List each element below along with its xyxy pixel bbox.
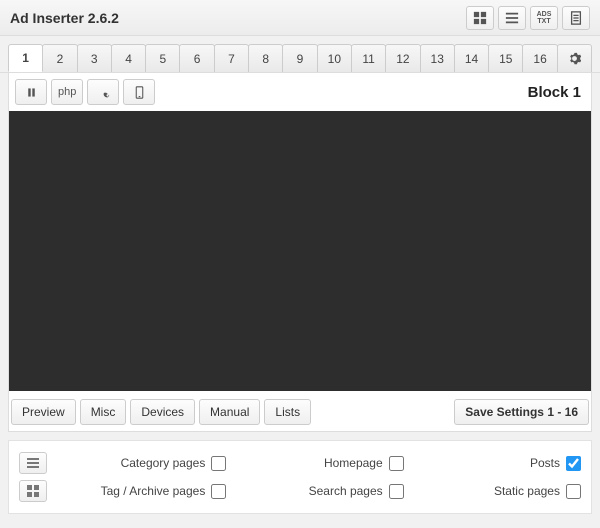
pause-icon[interactable]: [15, 79, 47, 105]
tab-block-2[interactable]: 2: [42, 44, 77, 72]
tab-block-9[interactable]: 9: [282, 44, 317, 72]
tab-block-10[interactable]: 10: [317, 44, 352, 72]
tab-block-5[interactable]: 5: [145, 44, 180, 72]
tab-block-12[interactable]: 12: [385, 44, 420, 72]
ads-txt-icon[interactable]: ADSTXT: [530, 6, 558, 30]
label-tag-archive-pages: Tag / Archive pages: [101, 484, 206, 498]
save-settings-button[interactable]: Save Settings 1 - 16: [454, 399, 589, 425]
checkbox-static-pages[interactable]: [566, 484, 581, 499]
php-toggle-button[interactable]: php: [51, 79, 83, 105]
list-layout-icon[interactable]: [19, 452, 47, 474]
tab-block-14[interactable]: 14: [454, 44, 489, 72]
checkbox-homepage[interactable]: [389, 456, 404, 471]
tab-block-8[interactable]: 8: [248, 44, 283, 72]
label-posts: Posts: [530, 456, 560, 470]
preview-button[interactable]: Preview: [11, 399, 76, 425]
device-icon[interactable]: [123, 79, 155, 105]
app-title: Ad Inserter 2.6.2: [10, 10, 466, 26]
list-view-icon[interactable]: [498, 6, 526, 30]
tab-block-3[interactable]: 3: [77, 44, 112, 72]
label-static-pages: Static pages: [494, 484, 560, 498]
tab-block-7[interactable]: 7: [214, 44, 249, 72]
tab-block-11[interactable]: 11: [351, 44, 386, 72]
tab-settings[interactable]: [557, 44, 592, 72]
tab-block-4[interactable]: 4: [111, 44, 146, 72]
grid-layout-icon[interactable]: [19, 480, 47, 502]
checkbox-search-pages[interactable]: [389, 484, 404, 499]
gear-icon: [568, 52, 581, 65]
tab-block-13[interactable]: 13: [420, 44, 455, 72]
checkbox-posts[interactable]: [566, 456, 581, 471]
code-editor[interactable]: [9, 111, 591, 391]
label-category-pages: Category pages: [121, 456, 206, 470]
tab-block-16[interactable]: 16: [522, 44, 557, 72]
checkbox-tag-archive-pages[interactable]: [211, 484, 226, 499]
grid-view-icon[interactable]: [466, 6, 494, 30]
manual-button[interactable]: Manual: [199, 399, 260, 425]
doc-icon[interactable]: [562, 6, 590, 30]
tab-block-15[interactable]: 15: [488, 44, 523, 72]
block-title: Block 1: [528, 84, 585, 101]
lists-button[interactable]: Lists: [264, 399, 311, 425]
label-homepage: Homepage: [324, 456, 383, 470]
wrench-icon[interactable]: [87, 79, 119, 105]
tab-block-6[interactable]: 6: [179, 44, 214, 72]
devices-button[interactable]: Devices: [130, 399, 195, 425]
misc-button[interactable]: Misc: [80, 399, 127, 425]
checkbox-category-pages[interactable]: [211, 456, 226, 471]
tab-block-1[interactable]: 1: [8, 44, 43, 72]
label-search-pages: Search pages: [309, 484, 383, 498]
